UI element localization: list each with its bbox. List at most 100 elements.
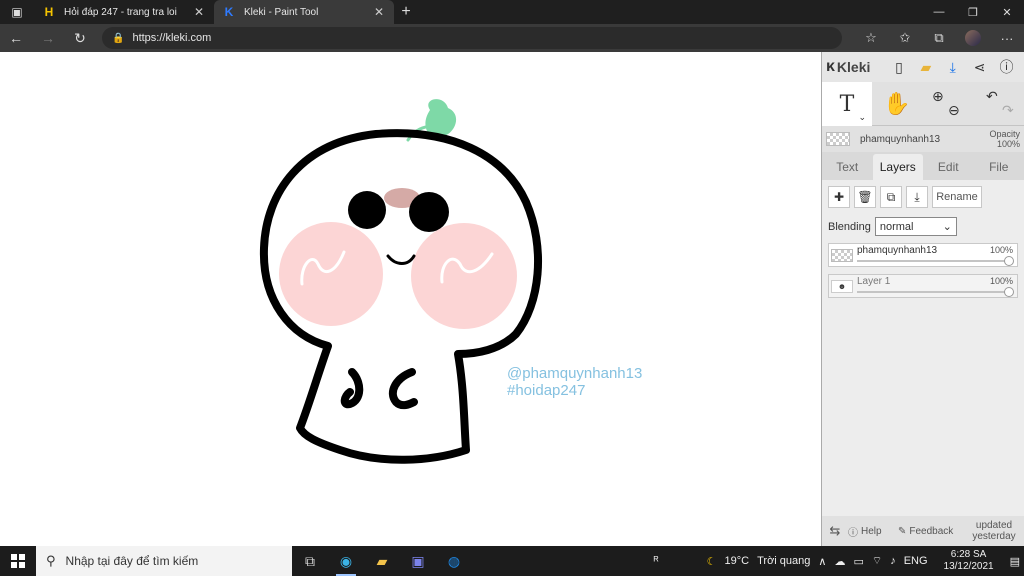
taskbar-apps: ⧉ ◉ ▰ ▣ ◍ — [292, 546, 472, 576]
open-folder-icon[interactable]: ▰ — [912, 53, 939, 81]
chevron-down-icon: ⌄ — [942, 221, 952, 233]
close-window-icon[interactable]: ✕ — [990, 0, 1024, 24]
people-icon[interactable]: ᴿ — [650, 555, 663, 567]
kleki-logo[interactable]: ᴋ Kleki — [826, 58, 886, 76]
feedback-button[interactable]: ✎ Feedback — [898, 526, 968, 537]
tab-actions-icon[interactable]: ▣ — [0, 0, 34, 24]
share-icon[interactable]: ⋖ — [966, 53, 993, 81]
updated-line2: yesterday — [972, 531, 1016, 542]
download-icon[interactable]: ⤓ — [939, 53, 966, 81]
taskbar-search[interactable]: ⚲ Nhập tại đây để tìm kiếm — [36, 546, 292, 576]
close-tab-icon[interactable]: ✕ — [192, 5, 206, 19]
right-eye — [409, 192, 449, 232]
add-favorite-icon[interactable]: ☆ — [854, 24, 888, 52]
layer-opacity-slider[interactable] — [857, 291, 1011, 293]
show-hidden-icons[interactable]: ∧ — [814, 555, 830, 568]
drawing-canvas[interactable]: @phamquynhanh13 #hoidap247 — [0, 52, 821, 546]
teams-icon[interactable]: ▣ — [400, 546, 436, 576]
address-bar: ← → ↻ 🔒 https://kleki.com ☆ ✩ ⧉ ··· — [0, 24, 1024, 52]
minimize-icon[interactable]: — — [922, 0, 956, 24]
left-cheek-blush — [279, 222, 383, 326]
wifi-icon[interactable]: ⌔ — [868, 554, 886, 568]
layer-opacity-slider[interactable] — [857, 260, 1011, 262]
favorites-icon[interactable]: ✩ — [888, 24, 922, 52]
text-tool-button[interactable]: T ⌄ — [822, 82, 872, 126]
clock[interactable]: 6:28 SA 13/12/2021 — [932, 549, 1006, 573]
cloud-icon[interactable]: ☁ — [830, 555, 849, 568]
hoidap-favicon-icon: H — [44, 5, 54, 19]
tool-bar: T ⌄ ✋ ⊕ ⊖ ↶ ↷ — [822, 82, 1024, 126]
notifications-icon[interactable]: ▤ — [1006, 555, 1024, 568]
weather-icon[interactable]: ☾ — [703, 555, 721, 568]
help-button[interactable]: ⓘ Help — [848, 524, 898, 539]
rename-layer-button[interactable]: Rename — [932, 186, 982, 208]
layer-actions: ✚ 🗑 ⧉ ⤓ Rename — [828, 186, 1018, 208]
panel-footer: ⇆ ⓘ Help ✎ Feedback updated yesterday — [822, 516, 1024, 546]
zalo-icon[interactable]: ◍ — [436, 546, 472, 576]
search-placeholder: Nhập tại đây để tìm kiếm — [65, 554, 199, 568]
new-tab-button[interactable]: + — [394, 0, 418, 24]
refresh-icon[interactable]: ↻ — [64, 24, 96, 52]
profile-icon[interactable] — [956, 24, 990, 52]
layer-opacity: 100% — [989, 245, 1013, 255]
updated-line1: updated — [975, 520, 1013, 531]
tab-text[interactable]: Text — [822, 154, 873, 180]
start-button[interactable] — [0, 546, 36, 576]
layer-item[interactable]: phamquynhanh13 100% — [828, 243, 1018, 267]
chevron-down-icon[interactable]: ⌄ — [858, 112, 866, 123]
browser-tab-bar: ▣ H Hỏi đáp 247 - trang tra loi ✕ K Klek… — [0, 0, 1024, 24]
help-label: Help — [861, 525, 882, 537]
swap-side-icon[interactable]: ⇆ — [822, 523, 848, 539]
forward-icon[interactable]: → — [32, 24, 64, 52]
file-explorer-icon[interactable]: ▰ — [364, 546, 400, 576]
slider-handle[interactable] — [1004, 287, 1014, 297]
merge-down-icon: ⤓ — [914, 189, 920, 204]
zoom-out-icon[interactable]: ⊖ — [948, 102, 960, 119]
new-image-icon[interactable]: ▯ — [886, 53, 913, 81]
current-layer-thumbnail — [826, 132, 850, 146]
language-indicator[interactable]: ENG — [900, 555, 932, 567]
layer-thumbnail — [831, 249, 853, 262]
more-icon[interactable]: ··· — [990, 24, 1024, 52]
tab-hoidap247[interactable]: H Hỏi đáp 247 - trang tra loi ✕ — [34, 0, 214, 24]
back-icon[interactable]: ← — [0, 24, 32, 52]
battery-icon[interactable]: ▭ — [849, 555, 867, 568]
merge-down-button[interactable]: ⤓ — [906, 186, 928, 208]
duplicate-layer-button[interactable]: ⧉ — [880, 186, 902, 208]
volume-icon[interactable]: ♪ — [886, 555, 900, 567]
tab-edit[interactable]: Edit — [923, 154, 974, 180]
layer-item[interactable]: ☻ Layer 1 100% — [828, 274, 1018, 298]
layer-name: phamquynhanh13 — [857, 245, 938, 256]
opacity-value: 100% — [996, 139, 1020, 149]
opacity-display[interactable]: Opacity 100% — [989, 129, 1020, 149]
undo-icon[interactable]: ↶ — [986, 88, 998, 105]
task-view-icon[interactable]: ⧉ — [292, 546, 328, 576]
add-layer-button[interactable]: ✚ — [828, 186, 850, 208]
restore-icon[interactable]: ❐ — [956, 0, 990, 24]
kleki-side-panel: ᴋ Kleki ▯ ▰ ⤓ ⋖ ⓘ T ⌄ ✋ ⊕ ⊖ ↶ ↷ phamquyn… — [821, 52, 1024, 546]
tab-kleki[interactable]: K Kleki - Paint Tool ✕ — [214, 0, 394, 24]
tab-file[interactable]: File — [974, 154, 1024, 180]
help-icon[interactable]: ⓘ — [993, 53, 1020, 81]
collections-icon[interactable]: ⧉ — [922, 24, 956, 52]
panel-tabs: Text Layers Edit File — [822, 152, 1024, 180]
weather-temp[interactable]: 19°C — [721, 555, 754, 567]
updated-note[interactable]: updated yesterday — [968, 520, 1020, 542]
slider-handle[interactable] — [1004, 256, 1014, 266]
blending-select[interactable]: normal ⌄ — [874, 217, 957, 236]
current-layer-info: phamquynhanh13 Opacity 100% — [822, 126, 1024, 152]
kleki-favicon-icon: K — [224, 5, 234, 19]
url-field[interactable]: 🔒 https://kleki.com — [102, 27, 842, 49]
avatar — [965, 30, 981, 46]
delete-layer-button[interactable]: 🗑 — [854, 186, 876, 208]
edge-icon[interactable]: ◉ — [328, 546, 364, 576]
close-tab-icon[interactable]: ✕ — [372, 5, 386, 19]
tab-layers[interactable]: Layers — [872, 154, 923, 180]
zoom-in-icon[interactable]: ⊕ — [932, 88, 944, 105]
panel-header: ᴋ Kleki ▯ ▰ ⤓ ⋖ ⓘ — [822, 52, 1024, 82]
redo-icon[interactable]: ↷ — [1002, 102, 1014, 119]
hand-tool-button[interactable]: ✋ — [872, 82, 922, 126]
weather-text[interactable]: Trời quang — [753, 555, 814, 567]
layer-name: Layer 1 — [857, 276, 891, 287]
hand-icon: ✋ — [883, 91, 911, 116]
